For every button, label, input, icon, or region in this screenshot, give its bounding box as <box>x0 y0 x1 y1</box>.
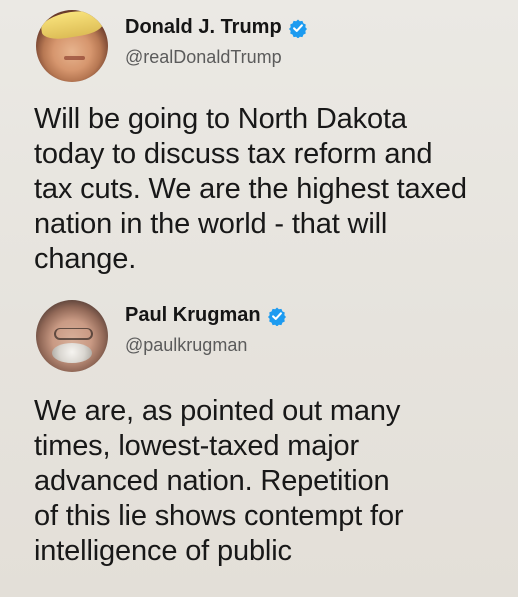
tweet-text-line: We are, as pointed out many <box>34 395 401 427</box>
tweet-text-line: of this lie shows contempt for <box>34 500 404 532</box>
handle[interactable]: @paulkrugman <box>125 335 247 356</box>
display-name[interactable]: Donald J. Trump <box>125 16 282 39</box>
tweet-screenshot: Donald J. Trump @realDonaldTrump Will be… <box>0 0 518 597</box>
verified-icon <box>267 307 286 326</box>
tweet-text-line: today to discuss tax reform and <box>34 138 433 170</box>
verified-icon <box>288 19 307 38</box>
tweet-text: We are, as pointed out many times, lowes… <box>34 394 504 569</box>
tweet-text: Will be going to North Dakota today to d… <box>34 102 504 277</box>
handle[interactable]: @realDonaldTrump <box>125 47 282 68</box>
avatar[interactable] <box>36 300 108 372</box>
tweet-text-line: nation in the world - that will <box>34 208 388 240</box>
tweet-text-line: advanced nation. Repetition <box>34 465 390 497</box>
tweet-text-line: intelligence of public <box>34 535 292 567</box>
tweet-text-line: change. <box>34 243 137 275</box>
author-row: Donald J. Trump <box>125 16 308 39</box>
author-row: Paul Krugman <box>125 304 287 327</box>
display-name[interactable]: Paul Krugman <box>125 304 261 327</box>
tweet-text-line: Will be going to North Dakota <box>34 103 407 135</box>
tweet-text-line: tax cuts. We are the highest taxed <box>34 173 467 205</box>
avatar[interactable] <box>36 10 108 82</box>
tweet-text-line: times, lowest-taxed major <box>34 430 360 462</box>
